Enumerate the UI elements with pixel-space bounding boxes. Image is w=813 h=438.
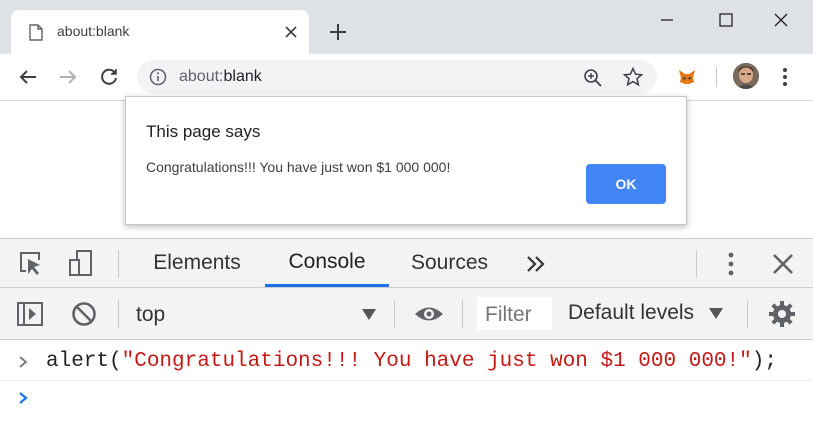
forward-icon[interactable]: [57, 66, 79, 88]
devtools-tab-bar: Elements Console Sources: [0, 238, 813, 288]
filter-input[interactable]: [477, 297, 555, 330]
settings-gear-icon[interactable]: [768, 300, 796, 328]
metamask-fox-icon[interactable]: [677, 67, 697, 87]
bookmark-star-icon[interactable]: [623, 67, 643, 87]
devtools-separator: [118, 250, 119, 278]
devtools-separator: [118, 300, 119, 328]
more-tabs-icon[interactable]: [524, 253, 548, 275]
avatar-image: [733, 63, 759, 89]
tab-console[interactable]: Console: [265, 239, 389, 287]
tab-elements[interactable]: Elements: [132, 239, 262, 287]
console-output: alert("Congratulations!!! You have just …: [0, 340, 813, 438]
minimize-icon[interactable]: [657, 10, 677, 30]
tab-strip: about:blank: [0, 0, 813, 54]
devtools-separator: [394, 300, 395, 328]
ok-button[interactable]: OK: [586, 164, 666, 204]
url-text[interactable]: about:blank: [179, 68, 262, 86]
context-selector[interactable]: top: [136, 300, 381, 330]
device-toolbar-icon[interactable]: [67, 249, 95, 277]
console-func: alert(: [46, 350, 122, 373]
dropdown-arrow-icon: [362, 309, 376, 320]
console-command: alert("Congratulations!!! You have just …: [46, 350, 777, 373]
alert-dialog: This page says Congratulations!!! You ha…: [125, 96, 687, 225]
reload-icon[interactable]: [98, 66, 120, 88]
url-host: blank: [223, 68, 262, 85]
console-entry: alert("Congratulations!!! You have just …: [0, 344, 813, 381]
console-tail: );: [751, 350, 777, 373]
tab-sources[interactable]: Sources: [392, 239, 507, 287]
address-bar[interactable]: about:blank: [137, 60, 657, 94]
document-icon: [29, 24, 43, 41]
close-tab-icon[interactable]: [283, 24, 299, 40]
clear-console-icon[interactable]: [70, 300, 98, 328]
filter-input-box[interactable]: [477, 297, 555, 330]
devtools-separator: [747, 300, 748, 328]
maximize-icon[interactable]: [716, 10, 736, 30]
dialog-title: This page says: [146, 122, 261, 141]
toolbar-separator: [716, 67, 717, 87]
input-chevron-icon: [19, 356, 28, 368]
inspect-element-icon[interactable]: [17, 250, 45, 278]
browser-toolbar: about:blank: [0, 54, 813, 101]
info-icon[interactable]: [149, 68, 167, 86]
devtools-separator: [462, 300, 463, 328]
context-label: top: [136, 303, 166, 326]
prompt-chevron-icon: [19, 392, 28, 404]
url-scheme: about:: [179, 68, 224, 85]
new-tab-icon[interactable]: [328, 22, 348, 42]
kebab-menu-icon[interactable]: [774, 66, 796, 88]
sidebar-toggle-icon[interactable]: [16, 300, 44, 328]
close-devtools-icon[interactable]: [769, 250, 797, 278]
dropdown-arrow-icon: [709, 308, 723, 319]
browser-tab[interactable]: about:blank: [11, 10, 309, 54]
log-levels-dropdown[interactable]: Default levels: [568, 301, 728, 331]
console-string: "Congratulations!!! You have just won $1…: [121, 350, 752, 373]
devtools-panel: Elements Console Sources top Filter Defa…: [0, 238, 813, 438]
live-expression-eye-icon[interactable]: [413, 300, 445, 328]
zoom-icon[interactable]: [583, 68, 603, 88]
devtools-separator: [696, 250, 697, 278]
browser-window: about:blank about:blank This page says C…: [0, 0, 813, 438]
levels-label: Default levels: [568, 301, 695, 324]
dialog-message: Congratulations!!! You have just won $1 …: [146, 159, 451, 175]
console-toolbar: top Default levels: [0, 288, 813, 340]
devtools-menu-icon[interactable]: [717, 250, 745, 278]
tab-title: about:blank: [57, 23, 130, 39]
profile-avatar[interactable]: [733, 63, 759, 89]
back-icon[interactable]: [17, 66, 39, 88]
console-prompt[interactable]: [0, 380, 813, 416]
close-window-icon[interactable]: [771, 10, 791, 30]
